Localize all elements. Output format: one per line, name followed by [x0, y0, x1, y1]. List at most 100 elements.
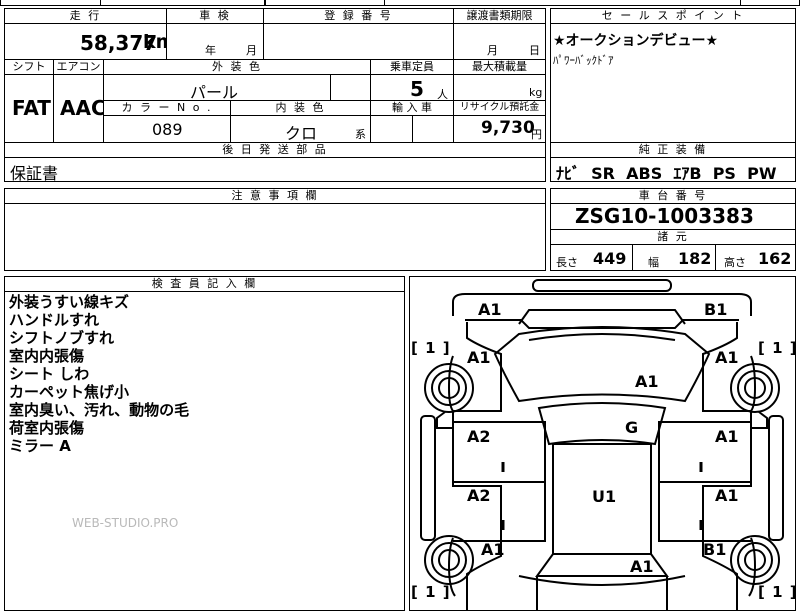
- hood: [493, 326, 711, 403]
- exterior-color-extra: [330, 74, 371, 101]
- recycle-header: リサイクル預託金: [453, 100, 546, 116]
- height-label: 高さ: [724, 256, 746, 269]
- import-cell-b: [412, 115, 454, 143]
- rear-trim: [518, 575, 686, 586]
- inspector-note: ミラー A: [9, 437, 71, 455]
- windshield: [537, 402, 667, 446]
- rear-hatch: [536, 576, 668, 611]
- inspector-note: 荷室内張傷: [9, 419, 85, 437]
- inspection-year: 年: [205, 44, 216, 57]
- transfer-header: 譲渡書類期限: [453, 8, 546, 24]
- height-value: 162: [758, 249, 792, 268]
- tire-fl-count: [ 1 ]: [411, 339, 451, 357]
- dimensions-divider-1: [632, 244, 633, 271]
- front-panel: [518, 309, 686, 325]
- registration-cell: [263, 23, 454, 60]
- inspector-note: 外装うすい線キズ: [9, 293, 130, 311]
- capacity-header: 乗車定員: [370, 59, 454, 75]
- label-roof: U1: [592, 487, 617, 506]
- sales-point-line2: ﾊﾟﾜｰﾊﾞｯｸﾄﾞｱ: [553, 54, 614, 67]
- interior-color-value: クロ: [285, 124, 318, 143]
- recycle-unit: 円: [531, 128, 542, 141]
- mileage-header: 走 行: [4, 8, 167, 24]
- top-cut-cell-3: [740, 0, 800, 6]
- body-outline: [452, 322, 752, 611]
- top-cut-cell-2: [265, 0, 385, 6]
- caution-header: 注 意 事 項 欄: [4, 188, 546, 204]
- label-door-rr: A1: [715, 486, 739, 505]
- max-load-header: 最大積載量: [453, 59, 546, 75]
- equipment-header: 純 正 装 備: [550, 142, 796, 158]
- aircon-value: AAC: [60, 96, 106, 120]
- watermark: WEB-STUDIO.PRO: [72, 516, 179, 530]
- exterior-color-header: 外 装 色: [103, 59, 371, 75]
- inspector-note: カーペット焦げ小: [9, 383, 130, 401]
- shift-header: シフト: [4, 59, 54, 75]
- color-no-header: カ ラ ー N o .: [103, 100, 231, 116]
- mirror-left: [436, 411, 453, 429]
- parts-cell: [4, 157, 546, 182]
- inspector-note: 室内臭い、汚れ、動物の毛: [9, 401, 190, 419]
- label-fender-fr: A1: [715, 348, 739, 367]
- caution-cell: [4, 203, 546, 271]
- arch-rr: [748, 537, 757, 597]
- dimensions-header: 諸 元: [550, 229, 796, 245]
- front-bumper-bar: [532, 279, 672, 292]
- length-label: 長さ: [556, 256, 578, 269]
- chassis-value: ZSG10-1003383: [575, 204, 754, 228]
- side-skirt-left: [420, 415, 436, 541]
- parts-value: 保証書: [10, 164, 59, 183]
- label-door-fr: A1: [715, 427, 739, 446]
- transfer-day: 日: [529, 44, 540, 57]
- transfer-month: 月: [487, 44, 498, 57]
- shift-value: FAT: [12, 96, 51, 120]
- max-load-unit: kg: [529, 86, 543, 99]
- recycle-value: 9,730: [481, 118, 535, 138]
- inspector-note: 室内内張傷: [9, 347, 85, 365]
- inspector-notes: 外装うすい線キズ ハンドルすれ シフトノブすれ 室内内張傷 シート しわ カーペ…: [9, 293, 189, 455]
- tire-rr-count: [ 1 ]: [758, 583, 798, 601]
- mirror-right: [751, 411, 768, 429]
- width-value: 182: [678, 249, 712, 268]
- interior-color-header: 内 装 色: [230, 100, 371, 116]
- label-fender-fl: A1: [467, 348, 491, 367]
- tire-rl-value: 1: [425, 583, 437, 601]
- inspector-note: シフトノブすれ: [9, 329, 115, 347]
- sales-point-header: セ ー ル ス ポ イ ン ト: [550, 8, 796, 24]
- tire-fr-value: 1: [772, 339, 784, 357]
- label-glass: G: [625, 418, 639, 437]
- tire-fl-value: 1: [425, 339, 437, 357]
- tire-rl-count: [ 1 ]: [411, 583, 451, 601]
- parts-header: 後 日 発 送 部 品: [4, 142, 546, 158]
- chassis-header: 車 台 番 号: [550, 188, 796, 204]
- label-door-rl: A2: [467, 486, 491, 505]
- length-value: 449: [593, 249, 627, 268]
- label-quarter-rr: B1: [703, 540, 727, 559]
- hood-inner: [528, 333, 676, 341]
- tire-rr-value: 1: [772, 583, 784, 601]
- width-label: 幅: [648, 256, 659, 269]
- registration-header: 登 録 番 号: [263, 8, 454, 24]
- side-skirt-right: [768, 415, 784, 541]
- inspector-note: ハンドルすれ: [9, 311, 100, 329]
- import-cell-a: [370, 115, 413, 143]
- tire-fr-count: [ 1 ]: [758, 339, 798, 357]
- top-cut-cell: [100, 0, 265, 6]
- inspection-header: 車 検: [166, 8, 264, 24]
- label-hood: A1: [635, 372, 659, 391]
- inspector-header: 検 査 員 記 入 欄: [4, 276, 405, 292]
- sales-point-line1: ★オークションデビュー★: [553, 33, 719, 49]
- label-front-right: B1: [704, 300, 728, 319]
- inspector-note: シート しわ: [9, 365, 90, 383]
- inspection-month: 月: [246, 44, 257, 57]
- label-front-left: A1: [478, 300, 502, 319]
- dimensions-divider-2: [715, 244, 716, 271]
- import-header: 輸 入 車: [370, 100, 454, 116]
- aircon-header: エアコン: [53, 59, 104, 75]
- label-door-fl: A2: [467, 427, 491, 446]
- interior-color-suffix: 系: [355, 128, 366, 141]
- label-quarter-rl: A1: [481, 540, 505, 559]
- label-rear: A1: [630, 557, 654, 576]
- capacity-value: 5: [410, 77, 424, 101]
- color-no-value: 089: [152, 120, 183, 139]
